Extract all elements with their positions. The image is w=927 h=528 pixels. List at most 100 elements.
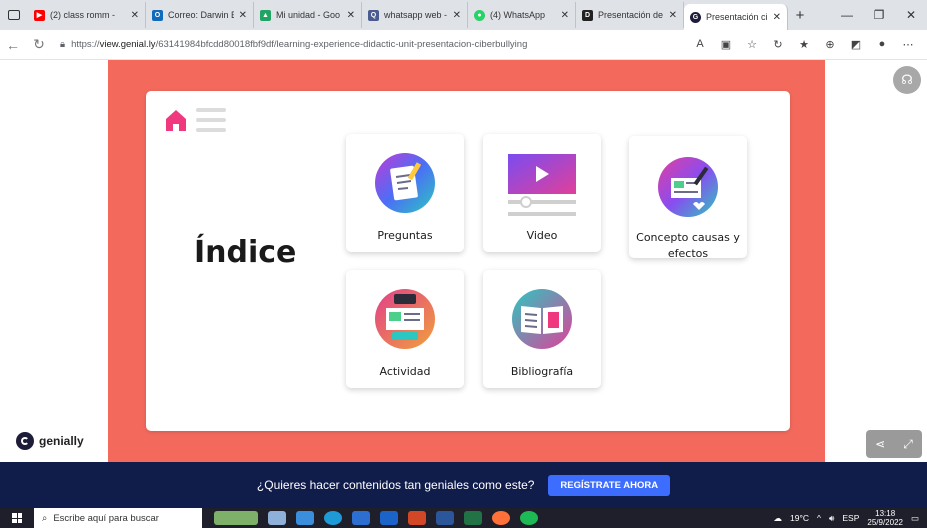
- lock-icon: 🔒︎: [60, 39, 66, 50]
- volume-icon[interactable]: 🔊︎: [829, 513, 834, 524]
- tray-chevron-icon[interactable]: ^: [817, 513, 821, 523]
- taskbar-search-input[interactable]: ⌕ Escribe aquí para buscar: [34, 508, 202, 528]
- whatsapp-icon: ●: [474, 9, 485, 21]
- new-tab-button[interactable]: +: [788, 7, 812, 24]
- accessibility-icon[interactable]: ☊: [893, 66, 921, 94]
- browser-tab-bar: ▶ (2) class romm - ✕ O Correo: Darwin E …: [0, 0, 927, 30]
- weather-temp[interactable]: 19°C: [790, 513, 809, 523]
- home-icon[interactable]: [164, 108, 188, 132]
- brand-name: genially: [39, 434, 84, 448]
- questionnaire-icon: [375, 153, 435, 213]
- browser-tab[interactable]: ▶ (2) class romm - ✕: [28, 2, 146, 28]
- spotify-icon[interactable]: [520, 511, 538, 525]
- google-drive-icon: ▲: [260, 9, 271, 21]
- refresh-icon[interactable]: ↻: [26, 36, 52, 53]
- url-prefix: https://: [71, 39, 100, 50]
- fullscreen-icon[interactable]: ⤢: [903, 437, 913, 452]
- promo-banner: ¿Quieres hacer contenidos tan geniales c…: [0, 462, 927, 508]
- news-widget-icon[interactable]: [214, 511, 258, 525]
- favorites-list-icon[interactable]: ★: [791, 38, 817, 51]
- clock-time: 13:18: [875, 509, 896, 518]
- presentation-icon: D: [582, 9, 593, 21]
- file-explorer-icon[interactable]: [296, 511, 314, 525]
- browser-tab-active[interactable]: G Presentación cibe ✕: [684, 4, 788, 30]
- browser-tab[interactable]: D Presentación de ✕: [576, 2, 684, 28]
- powerpoint-icon[interactable]: [408, 511, 426, 525]
- search-icon: Q: [368, 9, 379, 21]
- favorite-star-icon[interactable]: ☆: [739, 38, 765, 51]
- tile-preguntas[interactable]: Preguntas: [346, 134, 464, 252]
- video-player-icon: [508, 154, 576, 216]
- back-icon[interactable]: ←: [0, 37, 26, 53]
- tile-label: Video: [526, 229, 558, 242]
- youtube-icon: ▶: [34, 9, 45, 21]
- address-bar-row: ← ↻ 🔒︎ https://view.genial.ly/63141984bf…: [0, 30, 927, 60]
- weather-icon: ☁: [773, 512, 783, 523]
- store-icon[interactable]: [352, 511, 370, 525]
- close-tab-icon[interactable]: ✕: [239, 10, 247, 21]
- browser-tab[interactable]: Q whatsapp web - ✕: [362, 2, 468, 28]
- close-tab-icon[interactable]: ✕: [347, 10, 355, 21]
- genially-logo[interactable]: genially: [16, 432, 84, 450]
- browser-tab[interactable]: O Correo: Darwin E ✕: [146, 2, 254, 28]
- notifications-icon[interactable]: ▭: [911, 513, 919, 524]
- slide-card: Índice Preguntas Video Concepto causas y…: [146, 91, 790, 431]
- immersive-reader-icon[interactable]: ▣: [713, 38, 739, 51]
- outlook-icon: O: [152, 9, 163, 21]
- close-tab-icon[interactable]: ✕: [453, 10, 461, 21]
- windows-taskbar: ⌕ Escribe aquí para buscar ☁ 19°C ^ 🔊︎ E…: [0, 508, 927, 528]
- activity-icon: [375, 289, 435, 349]
- tile-actividad[interactable]: Actividad: [346, 270, 464, 388]
- tile-label: Actividad: [379, 365, 431, 378]
- genially-logo-icon: [16, 432, 34, 450]
- url-host: view.genial.ly: [99, 39, 156, 50]
- profile-avatar-icon[interactable]: ●: [869, 38, 895, 51]
- refresh-extension-icon[interactable]: ↻: [765, 38, 791, 51]
- search-icon: ⌕: [42, 512, 48, 524]
- book-icon: [512, 289, 572, 349]
- more-menu-icon[interactable]: ⋯: [895, 38, 921, 51]
- firefox-icon[interactable]: [492, 511, 510, 525]
- edge-icon[interactable]: [324, 511, 342, 525]
- tile-bibliografia[interactable]: Bibliografía: [483, 270, 601, 388]
- extension-icon[interactable]: ◩: [843, 38, 869, 51]
- language-indicator[interactable]: ESP: [842, 513, 859, 523]
- share-icon[interactable]: ⋖: [875, 437, 885, 451]
- tile-label: Bibliografía: [510, 365, 574, 378]
- page-title: Índice: [194, 235, 297, 270]
- minimize-icon[interactable]: —: [831, 0, 863, 30]
- concept-board-icon: [658, 157, 718, 217]
- close-tab-icon[interactable]: ✕: [561, 10, 569, 21]
- url-field[interactable]: 🔒︎ https://view.genial.ly/63141984bfcdd8…: [52, 34, 687, 56]
- url-path: /63141984bfcdd80018fbf9df/learning-exper…: [155, 39, 528, 50]
- collections-icon[interactable]: ⊕: [817, 38, 843, 51]
- taskbar-apps: [202, 511, 538, 525]
- restore-icon[interactable]: ❐: [863, 0, 895, 30]
- tile-video[interactable]: Video: [483, 134, 601, 252]
- promo-text: ¿Quieres hacer contenidos tan geniales c…: [256, 478, 535, 492]
- menu-icon[interactable]: [196, 108, 226, 132]
- close-tab-icon[interactable]: ✕: [131, 10, 139, 21]
- close-tab-icon[interactable]: ✕: [669, 10, 677, 21]
- close-tab-icon[interactable]: ✕: [773, 12, 781, 23]
- browser-tab[interactable]: ▲ Mi unidad - Goo ✕: [254, 2, 362, 28]
- page-viewport: Índice Preguntas Video Concepto causas y…: [0, 60, 927, 462]
- read-aloud-icon[interactable]: A: [687, 38, 713, 51]
- search-placeholder: Escribe aquí para buscar: [53, 512, 159, 524]
- genially-icon: G: [690, 11, 701, 23]
- excel-icon[interactable]: [464, 511, 482, 525]
- register-button[interactable]: REGÍSTRATE AHORA: [548, 474, 671, 496]
- close-window-icon[interactable]: ✕: [895, 0, 927, 30]
- tile-concepto[interactable]: Concepto causas y efectos: [629, 136, 747, 260]
- task-view-icon[interactable]: [268, 511, 286, 525]
- tab-actions-icon[interactable]: [0, 0, 28, 30]
- word-icon[interactable]: [436, 511, 454, 525]
- clock-date: 25/9/2022: [867, 518, 903, 527]
- mail-icon[interactable]: [380, 511, 398, 525]
- browser-tab[interactable]: ● (4) WhatsApp ✕: [468, 2, 576, 28]
- tile-label: Concepto causas y efectos: [636, 231, 740, 260]
- clock[interactable]: 13:18 25/9/2022: [867, 509, 903, 527]
- windows-start-icon[interactable]: [0, 513, 34, 523]
- share-fullscreen-controls: ⋖ ⤢: [866, 430, 922, 458]
- window-controls: — ❐ ✕: [831, 0, 927, 30]
